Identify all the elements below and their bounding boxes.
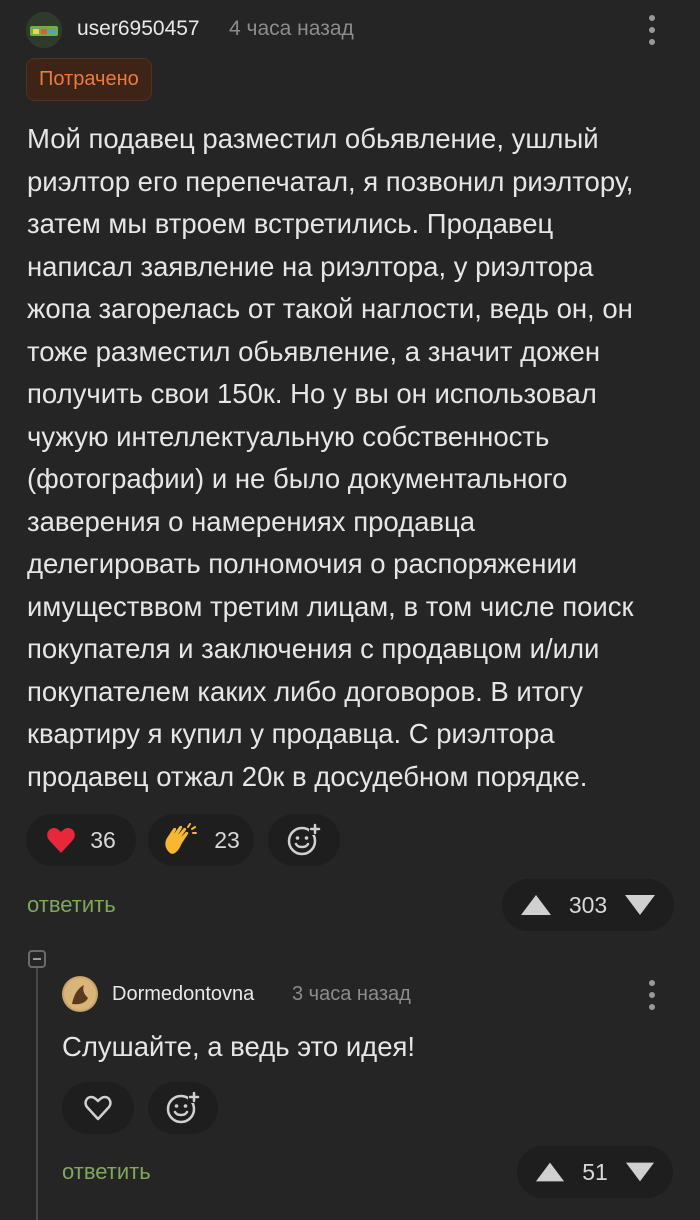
- reply-link[interactable]: ответить: [62, 1159, 151, 1185]
- upvote-icon[interactable]: [535, 1161, 565, 1183]
- timestamp: 4 часа назад: [229, 17, 354, 40]
- rating-widget: 303: [502, 879, 674, 931]
- timestamp: 3 часа назад: [292, 983, 411, 1005]
- avatar[interactable]: [26, 12, 62, 48]
- add-reaction-button[interactable]: [268, 814, 340, 866]
- reply-link[interactable]: ответить: [27, 892, 116, 918]
- reaction-count: 23: [214, 826, 240, 853]
- rating-count: 303: [568, 891, 608, 918]
- rating-widget: 51: [517, 1146, 673, 1198]
- reaction-count: 36: [90, 826, 116, 853]
- upvote-icon[interactable]: [520, 894, 552, 916]
- comment-text: Мой подавец разместил обьявление, ушлый …: [27, 123, 634, 792]
- reaction-clap-button[interactable]: 23: [148, 814, 254, 866]
- rating-count: 51: [582, 1158, 608, 1185]
- add-emoji-icon: [166, 1091, 200, 1124]
- more-options-icon[interactable]: [642, 15, 662, 45]
- avatar[interactable]: [62, 976, 98, 1012]
- add-emoji-icon: [287, 823, 321, 856]
- more-options-icon[interactable]: [642, 980, 662, 1010]
- username[interactable]: user6950457: [77, 17, 200, 41]
- reaction-heart-button[interactable]: 36: [26, 814, 136, 866]
- username[interactable]: Dormedontovna: [112, 983, 254, 1006]
- downvote-icon[interactable]: [624, 894, 656, 916]
- status-badge: Потрачено: [26, 58, 152, 101]
- reaction-heart-button[interactable]: [62, 1082, 134, 1134]
- thread-line: [36, 960, 38, 1220]
- heart-icon: [47, 828, 76, 853]
- add-reaction-button[interactable]: [148, 1082, 218, 1134]
- downvote-icon[interactable]: [625, 1161, 655, 1183]
- collapse-thread-icon[interactable]: [28, 950, 46, 968]
- clapping-hands-icon: [165, 823, 198, 854]
- heart-outline-icon: [84, 1095, 112, 1121]
- comment-text: Слушайте, а ведь это идея!: [62, 1031, 416, 1062]
